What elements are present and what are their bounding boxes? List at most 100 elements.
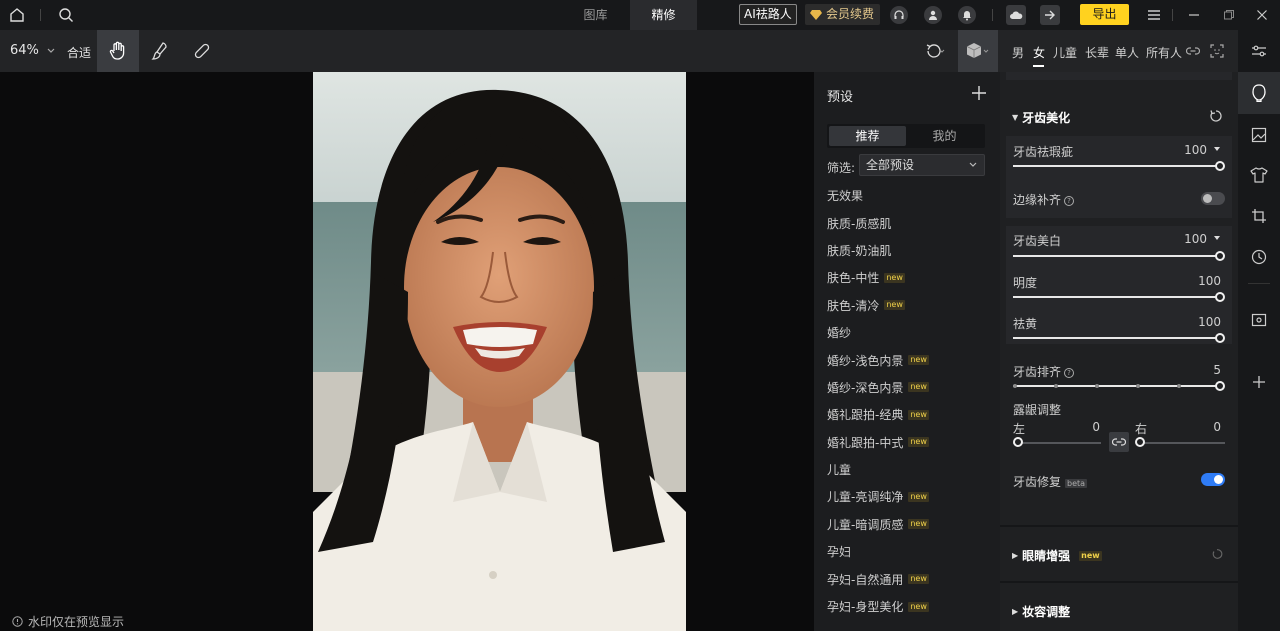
gum-link-button[interactable] [1109, 432, 1129, 452]
section-eyes-header[interactable]: ▶ 眼睛增强 new [1012, 547, 1102, 564]
preset-item[interactable]: 儿童-亮调纯净 new [827, 483, 997, 510]
rail-clothing-button[interactable] [1238, 154, 1280, 196]
preset-item[interactable]: 儿童 [827, 456, 997, 483]
rail-image-button[interactable] [1238, 114, 1280, 156]
add-preset-icon[interactable] [970, 84, 988, 102]
preset-item-label: 孕妇 [827, 545, 852, 560]
minimize-icon[interactable] [1184, 5, 1204, 25]
user-avatar-icon[interactable] [924, 6, 942, 24]
gum-left-slider-knob[interactable] [1013, 437, 1023, 447]
preset-item[interactable]: 婚礼跟拍-经典 new [827, 401, 997, 428]
search-icon[interactable] [56, 5, 76, 25]
vip-renew-button[interactable]: 会员续费 [805, 4, 881, 25]
tab-children[interactable]: 儿童 [1053, 44, 1077, 61]
brightness-slider-knob[interactable] [1215, 292, 1225, 302]
tab-gallery[interactable]: 图库 [563, 0, 628, 30]
brush-tool-button[interactable] [139, 30, 181, 72]
filter-dropdown[interactable]: 全部预设 [859, 154, 985, 176]
tab-retouch[interactable]: 精修 [630, 0, 697, 30]
gum-right-slider-knob[interactable] [1135, 437, 1145, 447]
preset-item[interactable]: 肤质-质感肌 [827, 209, 997, 236]
preset-item[interactable]: 肤质-奶油肌 [827, 237, 997, 264]
rail-add-button[interactable] [1238, 361, 1280, 403]
ai-remove-passerby-button[interactable]: AI祛路人 [739, 4, 797, 25]
brightness-value[interactable]: 100 [1172, 274, 1221, 288]
headset-icon[interactable] [890, 6, 908, 24]
teeth-blemish-track[interactable] [1013, 165, 1218, 167]
image-canvas[interactable]: 水印仅在预览显示 [0, 72, 814, 631]
tab-recommended[interactable]: 推荐 [829, 126, 906, 146]
caret-down-icon[interactable] [1214, 147, 1220, 151]
undo-history-button[interactable] [916, 30, 954, 72]
teeth-align-slider-knob[interactable] [1215, 381, 1225, 391]
rail-history-button[interactable] [1238, 236, 1280, 278]
link-icon[interactable] [1186, 45, 1200, 57]
preset-item[interactable]: 婚纱-浅色内景 new [827, 346, 997, 373]
section-teeth-header[interactable]: ▼ 牙齿美化 [1012, 109, 1070, 126]
preset-item[interactable]: 儿童-暗调质感 new [827, 511, 997, 538]
new-tag: new [908, 574, 929, 585]
preset-item[interactable]: 婚纱-深色内景 new [827, 374, 997, 401]
export-button[interactable]: 导出 [1080, 4, 1129, 25]
preset-item[interactable]: 孕妇 [827, 538, 997, 565]
step-dot [1054, 384, 1058, 388]
preset-item[interactable]: 婚纱 [827, 319, 997, 346]
tab-elders[interactable]: 长辈 [1085, 44, 1109, 61]
teeth-blemish-slider-knob[interactable] [1215, 161, 1225, 171]
preset-item[interactable]: 肤色-中性 new [827, 264, 997, 291]
info-icon[interactable]: ? [1064, 196, 1075, 206]
de-yellow-value[interactable]: 100 [1172, 315, 1221, 329]
gum-right-track[interactable] [1136, 442, 1225, 444]
teeth-whiten-slider-knob[interactable] [1215, 251, 1225, 261]
de-yellow-track[interactable] [1013, 337, 1218, 339]
zoom-level[interactable]: 64% [10, 43, 39, 58]
rail-face-button[interactable] [1238, 72, 1280, 114]
tab-mine[interactable]: 我的 [906, 126, 983, 146]
teeth-align-value[interactable]: 5 [1172, 363, 1221, 377]
brightness-track[interactable] [1013, 296, 1218, 298]
close-icon[interactable] [1252, 5, 1272, 25]
section-makeup-title: 妆容调整 [1022, 605, 1071, 619]
preset-item[interactable]: 孕妇-身型美化 new [827, 593, 997, 620]
teeth-blemish-value[interactable]: 100 [1172, 143, 1207, 157]
de-yellow-slider-knob[interactable] [1215, 333, 1225, 343]
notification-bell-icon[interactable] [958, 6, 976, 24]
model-view-button[interactable] [958, 30, 998, 72]
rail-watermark-button[interactable] [1238, 299, 1280, 341]
caret-down-icon[interactable] [1214, 236, 1220, 240]
gum-right-value[interactable]: 0 [1201, 420, 1221, 434]
tab-single[interactable]: 单人 [1115, 44, 1139, 61]
rail-crop-button[interactable] [1238, 195, 1280, 237]
edge-fill-toggle[interactable] [1201, 192, 1225, 205]
hand-tool-button[interactable] [97, 30, 139, 72]
reset-icon[interactable] [1209, 109, 1223, 123]
info-icon[interactable]: ? [1064, 368, 1075, 378]
menu-icon[interactable] [1144, 5, 1164, 25]
chevron-down-icon[interactable] [47, 48, 55, 54]
preset-item[interactable]: 肤色-清冷 new [827, 292, 997, 319]
section-makeup-header[interactable]: ▶ 妆容调整 [1012, 603, 1070, 620]
home-icon[interactable] [7, 5, 27, 25]
tab-male[interactable]: 男 [1012, 44, 1024, 61]
fit-to-screen-button[interactable]: 合适 [67, 44, 91, 61]
teeth-align-track[interactable] [1013, 385, 1218, 387]
face-scan-icon[interactable] [1210, 44, 1224, 58]
preset-item[interactable]: 孕妇-自然通用 new [827, 565, 997, 592]
preset-item[interactable]: 无效果 [827, 182, 997, 209]
preset-item[interactable]: 婚礼跟拍-中式 new [827, 429, 997, 456]
rail-adjust-button[interactable] [1238, 30, 1280, 72]
teeth-repair-toggle[interactable] [1201, 473, 1225, 486]
reset-icon[interactable] [1211, 548, 1223, 560]
tab-female[interactable]: 女 [1033, 44, 1045, 61]
teeth-whiten-track[interactable] [1013, 255, 1218, 257]
tab-everyone[interactable]: 所有人 [1146, 44, 1182, 61]
gum-left-value[interactable]: 0 [1080, 420, 1100, 434]
rail-divider [1248, 283, 1270, 284]
restore-window-icon[interactable] [1219, 5, 1239, 25]
cloud-icon[interactable] [1006, 5, 1026, 25]
arrow-right-icon[interactable] [1040, 5, 1060, 25]
portrait-image [313, 72, 686, 631]
gum-left-track[interactable] [1013, 442, 1101, 444]
teeth-whiten-value[interactable]: 100 [1172, 232, 1207, 246]
bandage-tool-button[interactable] [181, 30, 223, 72]
